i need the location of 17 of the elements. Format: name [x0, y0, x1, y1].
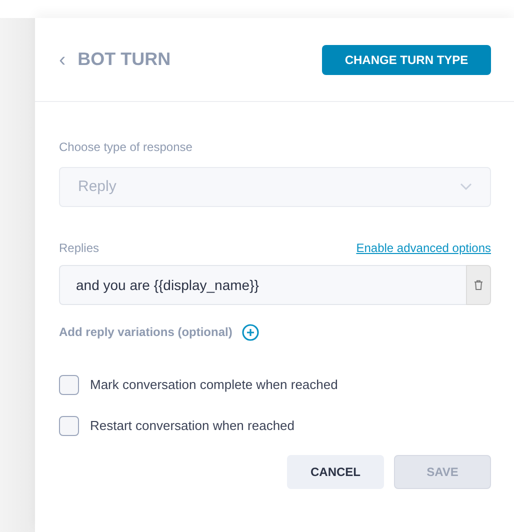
checkbox-label: Restart conversation when reached — [90, 417, 295, 436]
chevron-down-icon — [460, 183, 472, 191]
advanced-options-link[interactable]: Enable advanced options — [356, 239, 491, 257]
cancel-button[interactable]: CANCEL — [287, 455, 384, 489]
field-label: Choose type of response — [59, 139, 194, 156]
reply-input[interactable]: and you are {{display_name}} — [59, 265, 466, 305]
back-icon[interactable]: ‹ — [59, 50, 66, 70]
field-label: Replies — [59, 240, 100, 257]
checkbox[interactable] — [59, 416, 79, 436]
delete-reply-button[interactable] — [466, 265, 491, 305]
checkbox-label: Mark conversation complete when reached — [90, 376, 338, 394]
page-title: BOT TURN — [78, 48, 171, 71]
checkbox[interactable] — [59, 375, 79, 395]
trash-icon — [474, 280, 483, 290]
add-circle-icon[interactable] — [242, 324, 260, 340]
add-variations-label: Add reply variations (optional) — [59, 324, 232, 341]
change-turn-type-button[interactable]: CHANGE TURN TYPE — [322, 44, 491, 74]
